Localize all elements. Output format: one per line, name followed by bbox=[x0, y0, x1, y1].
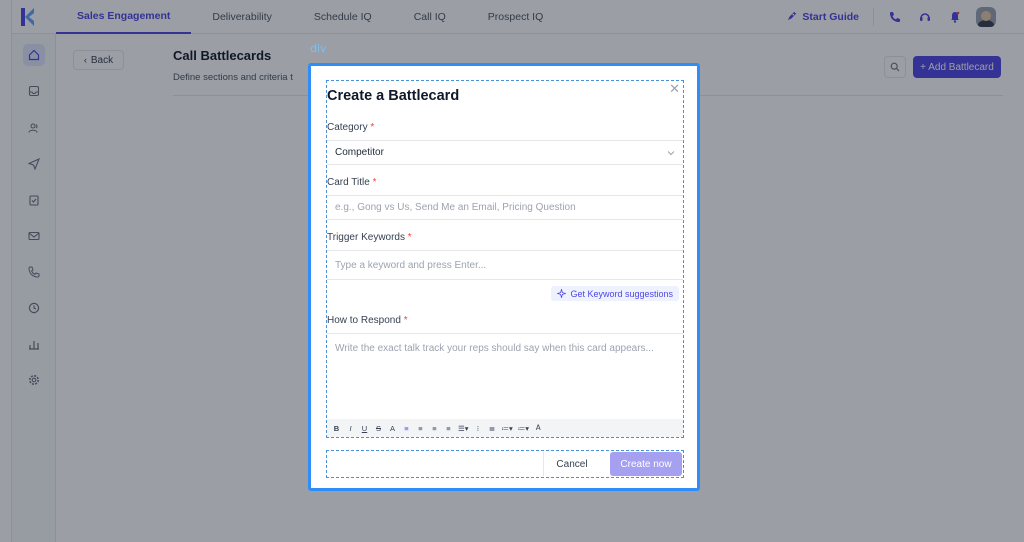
create-now-button[interactable]: Create now bbox=[610, 452, 682, 476]
numbered-list-dropdown[interactable]: ≔▾ bbox=[502, 424, 513, 433]
modal-body: ✕ Create a Battlecard Category * Competi… bbox=[326, 80, 684, 438]
required-mark: * bbox=[370, 122, 375, 133]
trigger-keywords-placeholder: Type a keyword and press Enter... bbox=[335, 259, 487, 271]
outdent-button[interactable]: ⁝ bbox=[474, 424, 483, 433]
category-select[interactable]: Competitor bbox=[327, 140, 683, 165]
editor-toolbar: B I U S A ≡ ≡ ≡ ≡ ☰▾ ⁝ ≣ ≔▾ ≔▾ Ꭺ bbox=[327, 419, 683, 437]
trigger-keywords-label-text: Trigger Keywords bbox=[327, 232, 405, 243]
strikethrough-button[interactable]: S bbox=[374, 424, 383, 433]
close-icon[interactable]: ✕ bbox=[669, 81, 680, 97]
category-label-text: Category bbox=[327, 122, 368, 133]
bullet-list-dropdown[interactable]: ≔▾ bbox=[518, 424, 529, 433]
modal-footer: Cancel Create now bbox=[326, 450, 684, 478]
how-to-respond-label: How to Respond * bbox=[327, 315, 408, 326]
required-mark: * bbox=[372, 177, 377, 188]
bold-button[interactable]: B bbox=[332, 424, 341, 433]
required-mark: * bbox=[407, 232, 412, 243]
card-title-input[interactable]: e.g., Gong vs Us, Send Me an Email, Pric… bbox=[327, 195, 683, 220]
align-left-button[interactable]: ≡ bbox=[402, 424, 411, 433]
card-title-label-text: Card Title bbox=[327, 177, 370, 188]
trigger-keywords-input[interactable]: Type a keyword and press Enter... bbox=[327, 250, 683, 280]
chevron-down-icon bbox=[667, 151, 675, 156]
indent-button[interactable]: ≣ bbox=[488, 424, 497, 433]
align-right-button[interactable]: ≡ bbox=[430, 424, 439, 433]
card-title-label: Card Title * bbox=[327, 177, 376, 188]
how-to-respond-editor[interactable]: Write the exact talk track your reps sho… bbox=[327, 333, 683, 419]
required-mark: * bbox=[403, 315, 408, 326]
how-to-respond-placeholder: Write the exact talk track your reps sho… bbox=[335, 343, 654, 354]
how-to-respond-label-text: How to Respond bbox=[327, 315, 401, 326]
clear-format-button[interactable]: Ꭺ bbox=[534, 423, 543, 433]
align-center-button[interactable]: ≡ bbox=[416, 424, 425, 433]
cancel-button[interactable]: Cancel bbox=[543, 452, 600, 476]
align-justify-button[interactable]: ≡ bbox=[444, 424, 453, 433]
suggest-label: Get Keyword suggestions bbox=[570, 288, 673, 299]
category-label: Category * bbox=[327, 122, 374, 133]
italic-button[interactable]: I bbox=[346, 424, 355, 433]
devtools-element-label: div bbox=[310, 42, 327, 55]
create-battlecard-modal: ✕ Create a Battlecard Category * Competi… bbox=[308, 63, 700, 491]
get-keyword-suggestions-button[interactable]: Get Keyword suggestions bbox=[551, 286, 679, 301]
trigger-keywords-label: Trigger Keywords * bbox=[327, 232, 412, 243]
card-title-placeholder: e.g., Gong vs Us, Send Me an Email, Pric… bbox=[335, 202, 576, 213]
line-spacing-dropdown[interactable]: ☰▾ bbox=[458, 424, 469, 433]
category-value: Competitor bbox=[335, 147, 384, 158]
sparkle-icon bbox=[557, 289, 567, 298]
text-color-button[interactable]: A bbox=[388, 424, 397, 433]
modal-title: Create a Battlecard bbox=[327, 88, 460, 104]
underline-button[interactable]: U bbox=[360, 424, 369, 433]
